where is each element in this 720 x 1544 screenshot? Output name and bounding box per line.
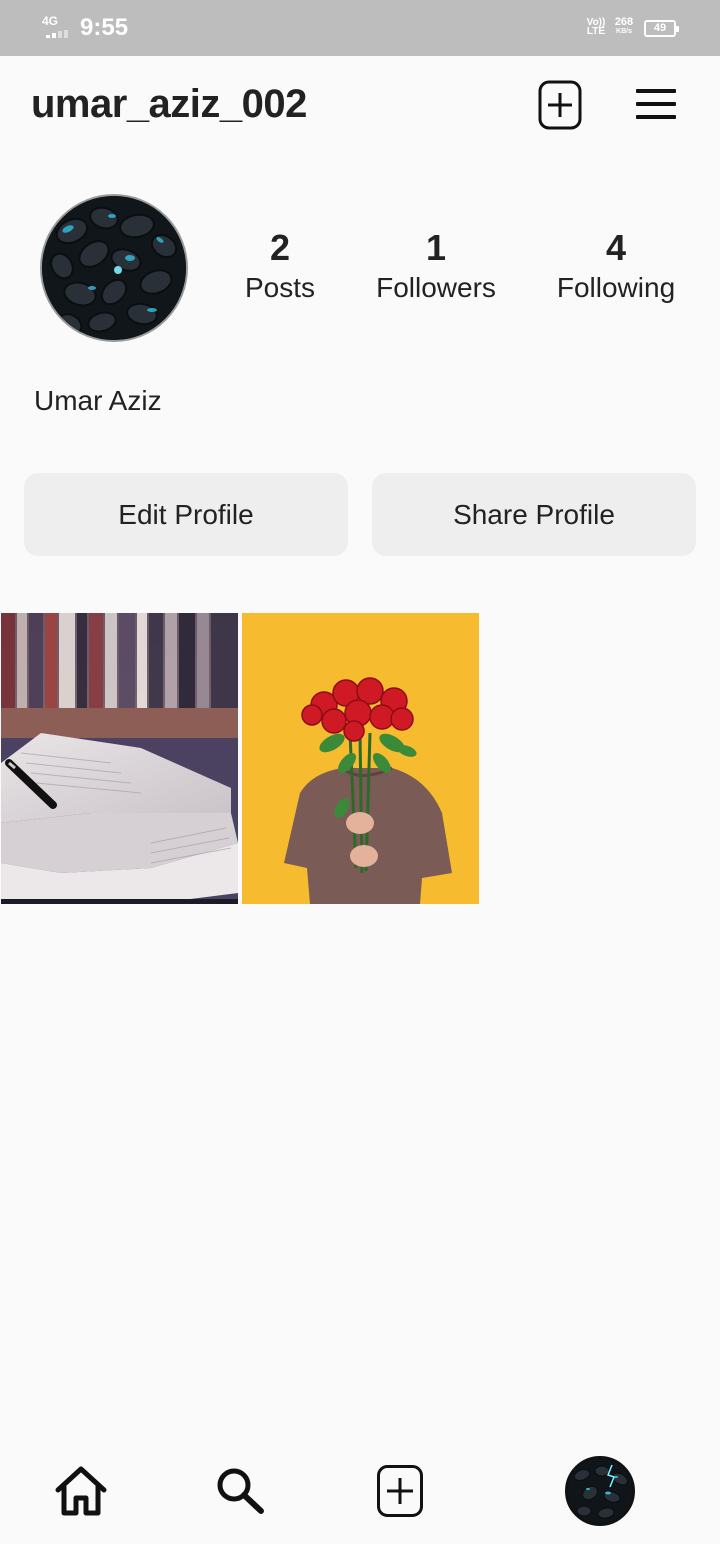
status-bar: 4G 9:55 Vo)) LTE 268 KB/s 49 (0, 0, 720, 56)
battery-icon: 49 (644, 20, 679, 37)
profile-tab-avatar[interactable] (565, 1456, 635, 1526)
followers-count-label: Followers (376, 272, 496, 303)
following-count[interactable]: 4 Following (546, 226, 686, 306)
volte-indicator: Vo)) LTE (585, 18, 607, 37)
profile-avatar[interactable] (40, 194, 188, 342)
network-type: 4G (42, 14, 59, 28)
profile-username: umar_aziz_002 (31, 82, 307, 126)
home-icon[interactable] (54, 1466, 108, 1516)
search-icon[interactable] (214, 1466, 266, 1516)
edit-profile-button[interactable]: Edit Profile (24, 473, 348, 556)
followers-count[interactable]: 1 Followers (366, 226, 506, 306)
share-profile-button[interactable]: Share Profile (372, 473, 696, 556)
add-post-icon[interactable] (376, 1464, 424, 1518)
following-count-value: 4 (605, 227, 627, 268)
posts-count-value: 2 (269, 227, 291, 268)
following-count-label: Following (556, 272, 676, 303)
post-thumbnail-book[interactable] (1, 613, 238, 904)
volte-bottom: LTE (586, 26, 606, 37)
signal-icon (46, 30, 74, 38)
status-time: 9:55 (80, 14, 129, 41)
profile-display-name: Umar Aziz (34, 385, 162, 416)
post-thumbnail-roses[interactable] (242, 613, 479, 904)
followers-count-value: 1 (425, 227, 447, 268)
speed-unit: KB/s (616, 28, 632, 35)
network-speed: 268 KB/s (612, 17, 636, 36)
battery-level: 49 (653, 22, 667, 34)
add-square-icon[interactable] (538, 80, 582, 130)
posts-count-label: Posts (244, 272, 316, 303)
hamburger-menu-icon[interactable] (634, 87, 678, 121)
posts-count[interactable]: 2 Posts (230, 226, 330, 306)
